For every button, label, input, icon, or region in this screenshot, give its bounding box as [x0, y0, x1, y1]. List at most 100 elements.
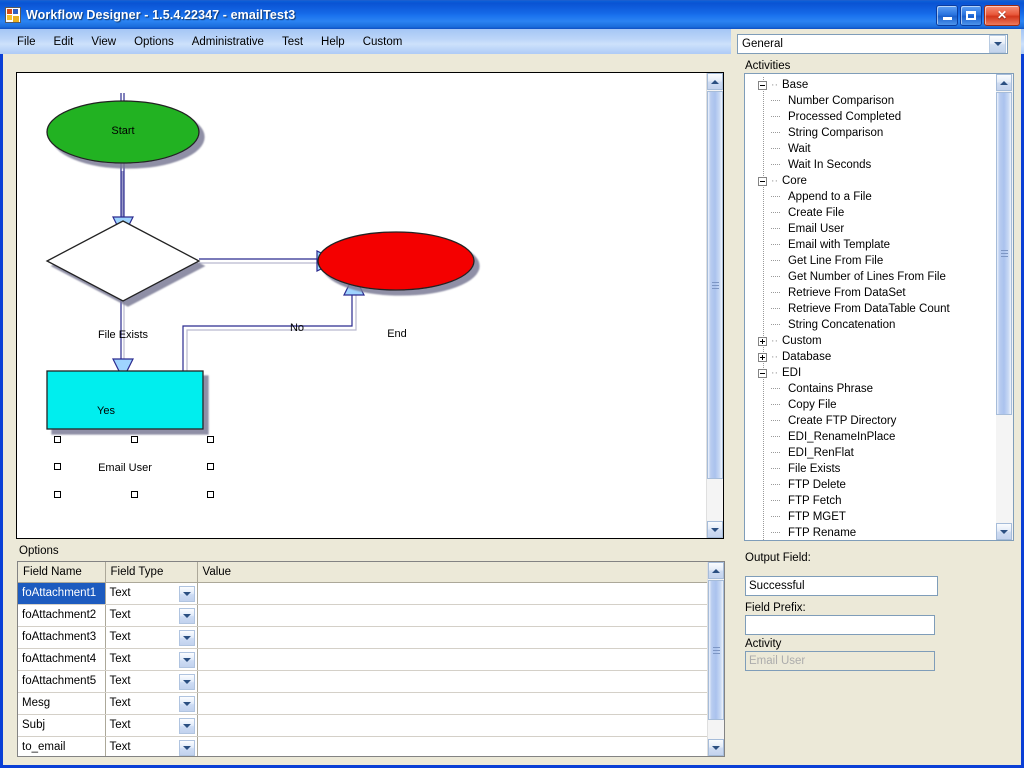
tree-item-append-to-a-file[interactable]: Append to a File — [745, 189, 996, 205]
scroll-up-icon[interactable] — [708, 562, 724, 579]
tree-node-edi[interactable]: ·· EDI — [745, 365, 996, 381]
tree-node-database[interactable]: ·· Database — [745, 349, 996, 365]
resize-handle-w[interactable] — [54, 463, 61, 470]
table-row[interactable]: Mesg Text — [18, 692, 709, 715]
tree-node-custom[interactable]: ·· Custom — [745, 333, 996, 349]
tree-item-ftp-fetch[interactable]: FTP Fetch — [745, 493, 996, 509]
tree-item-create-ftp-directory[interactable]: Create FTP Directory — [745, 413, 996, 429]
field-prefix-input[interactable] — [745, 615, 935, 635]
cell-field-name[interactable]: foAttachment3 — [18, 626, 106, 649]
cell-field-name[interactable]: foAttachment5 — [18, 670, 106, 693]
chevron-down-icon[interactable] — [178, 739, 195, 756]
cell-field-type[interactable]: Text — [105, 648, 198, 671]
column-header-value[interactable]: Value — [197, 562, 709, 583]
resize-handle-sw[interactable] — [54, 491, 61, 498]
cell-field-type[interactable]: Text — [105, 736, 198, 756]
chevron-down-icon[interactable] — [178, 717, 195, 734]
cell-value[interactable] — [197, 714, 709, 737]
tree-item-wait[interactable]: Wait — [745, 141, 996, 157]
cell-value[interactable] — [197, 670, 709, 693]
column-header-field-name[interactable]: Field Name — [18, 562, 106, 583]
tree-item-edi-renflat[interactable]: EDI_RenFlat — [745, 445, 996, 461]
table-row[interactable]: foAttachment2 Text — [18, 604, 709, 627]
resize-handle-nw[interactable] — [54, 436, 61, 443]
cell-field-type[interactable]: Text — [105, 670, 198, 693]
chevron-down-icon[interactable] — [989, 35, 1006, 53]
tree-item-wait-in-seconds[interactable]: Wait In Seconds — [745, 157, 996, 173]
tree-item-string-comparison[interactable]: String Comparison — [745, 125, 996, 141]
tree-item-create-file[interactable]: Create File — [745, 205, 996, 221]
chevron-down-icon[interactable] — [178, 607, 195, 624]
expand-icon[interactable] — [758, 352, 767, 362]
tree-item-edi-renameinplace[interactable]: EDI_RenameInPlace — [745, 429, 996, 445]
menu-item-help[interactable]: Help — [312, 33, 354, 51]
resize-handle-e[interactable] — [207, 463, 214, 470]
cell-field-name[interactable]: foAttachment4 — [18, 648, 106, 671]
tree-item-file-exists[interactable]: File Exists — [745, 461, 996, 477]
resize-handle-s[interactable] — [131, 491, 138, 498]
maximize-button[interactable] — [960, 4, 982, 26]
node-file-exists[interactable] — [45, 220, 201, 302]
menu-item-view[interactable]: View — [82, 33, 125, 51]
canvas-vertical-scrollbar[interactable] — [706, 73, 723, 538]
tree-item-string-concatenation[interactable]: String Concatenation — [745, 317, 996, 333]
tree-item-ftp-delete[interactable]: FTP Delete — [745, 477, 996, 493]
tree-item-retrieve-from-datatable-count[interactable]: Retrieve From DataTable Count — [745, 301, 996, 317]
menu-item-edit[interactable]: Edit — [45, 33, 83, 51]
minimize-button[interactable] — [936, 4, 958, 26]
menu-item-file[interactable]: File — [8, 33, 45, 51]
tree-item-contains-phrase[interactable]: Contains Phrase — [745, 381, 996, 397]
tree-item-ftp-mget[interactable]: FTP MGET — [745, 509, 996, 525]
scroll-down-icon[interactable] — [996, 523, 1012, 540]
resize-handle-se[interactable] — [207, 491, 214, 498]
tree-vertical-scrollbar[interactable] — [996, 74, 1013, 540]
cell-value[interactable] — [197, 648, 709, 671]
node-email-user[interactable] — [46, 370, 204, 430]
options-scroll-thumb[interactable] — [708, 580, 724, 720]
tree-item-copy-file[interactable]: Copy File — [745, 397, 996, 413]
tree-node-core[interactable]: ·· Core — [745, 173, 996, 189]
cell-value[interactable] — [197, 582, 709, 605]
cell-value[interactable] — [197, 736, 709, 756]
cell-field-type[interactable]: Text — [105, 604, 198, 627]
chevron-down-icon[interactable] — [178, 673, 195, 690]
canvas-scroll-thumb[interactable] — [707, 91, 723, 479]
menu-item-test[interactable]: Test — [273, 33, 312, 51]
options-vertical-scrollbar[interactable] — [707, 562, 724, 756]
table-row[interactable]: foAttachment3 Text — [18, 626, 709, 649]
table-row[interactable]: Subj Text — [18, 714, 709, 737]
tree-item-processed-completed[interactable]: Processed Completed — [745, 109, 996, 125]
resize-handle-ne[interactable] — [207, 436, 214, 443]
tree-node-base[interactable]: ·· Base — [745, 77, 996, 93]
cell-field-name[interactable]: Subj — [18, 714, 106, 737]
table-row[interactable]: foAttachment4 Text — [18, 648, 709, 671]
tree-item-retrieve-from-dataset[interactable]: Retrieve From DataSet — [745, 285, 996, 301]
node-start[interactable] — [46, 100, 200, 164]
cell-field-type[interactable]: Text — [105, 582, 198, 605]
scroll-up-icon[interactable] — [996, 74, 1012, 91]
cell-field-name[interactable]: to_email — [18, 736, 106, 756]
cell-value[interactable] — [197, 626, 709, 649]
close-button[interactable]: ✕ — [984, 4, 1020, 26]
tree-item-email-with-template[interactable]: Email with Template — [745, 237, 996, 253]
cell-field-name[interactable]: foAttachment2 — [18, 604, 106, 627]
chevron-down-icon[interactable] — [178, 695, 195, 712]
cell-field-name[interactable]: foAttachment1 — [18, 582, 106, 605]
scroll-up-icon[interactable] — [707, 73, 723, 90]
column-header-field-type[interactable]: Field Type — [105, 562, 198, 583]
cell-field-name[interactable]: Mesg — [18, 692, 106, 715]
cell-value[interactable] — [197, 604, 709, 627]
node-end[interactable] — [317, 231, 475, 291]
menu-item-custom[interactable]: Custom — [354, 33, 412, 51]
collapse-icon[interactable] — [758, 368, 767, 378]
table-row[interactable]: foAttachment5 Text — [18, 670, 709, 693]
tree-scroll-thumb[interactable] — [996, 92, 1012, 415]
menu-item-administrative[interactable]: Administrative — [183, 33, 273, 51]
menu-item-options[interactable]: Options — [125, 33, 183, 51]
collapse-icon[interactable] — [758, 80, 767, 90]
options-grid[interactable]: Field Name Field Type Value foAttachment… — [17, 561, 725, 757]
table-row[interactable]: foAttachment1 Text — [18, 582, 709, 605]
scroll-down-icon[interactable] — [708, 739, 724, 756]
workflow-canvas[interactable]: Start File Exists End Email User No Yes — [16, 72, 724, 539]
table-row[interactable]: to_email Text — [18, 736, 709, 756]
